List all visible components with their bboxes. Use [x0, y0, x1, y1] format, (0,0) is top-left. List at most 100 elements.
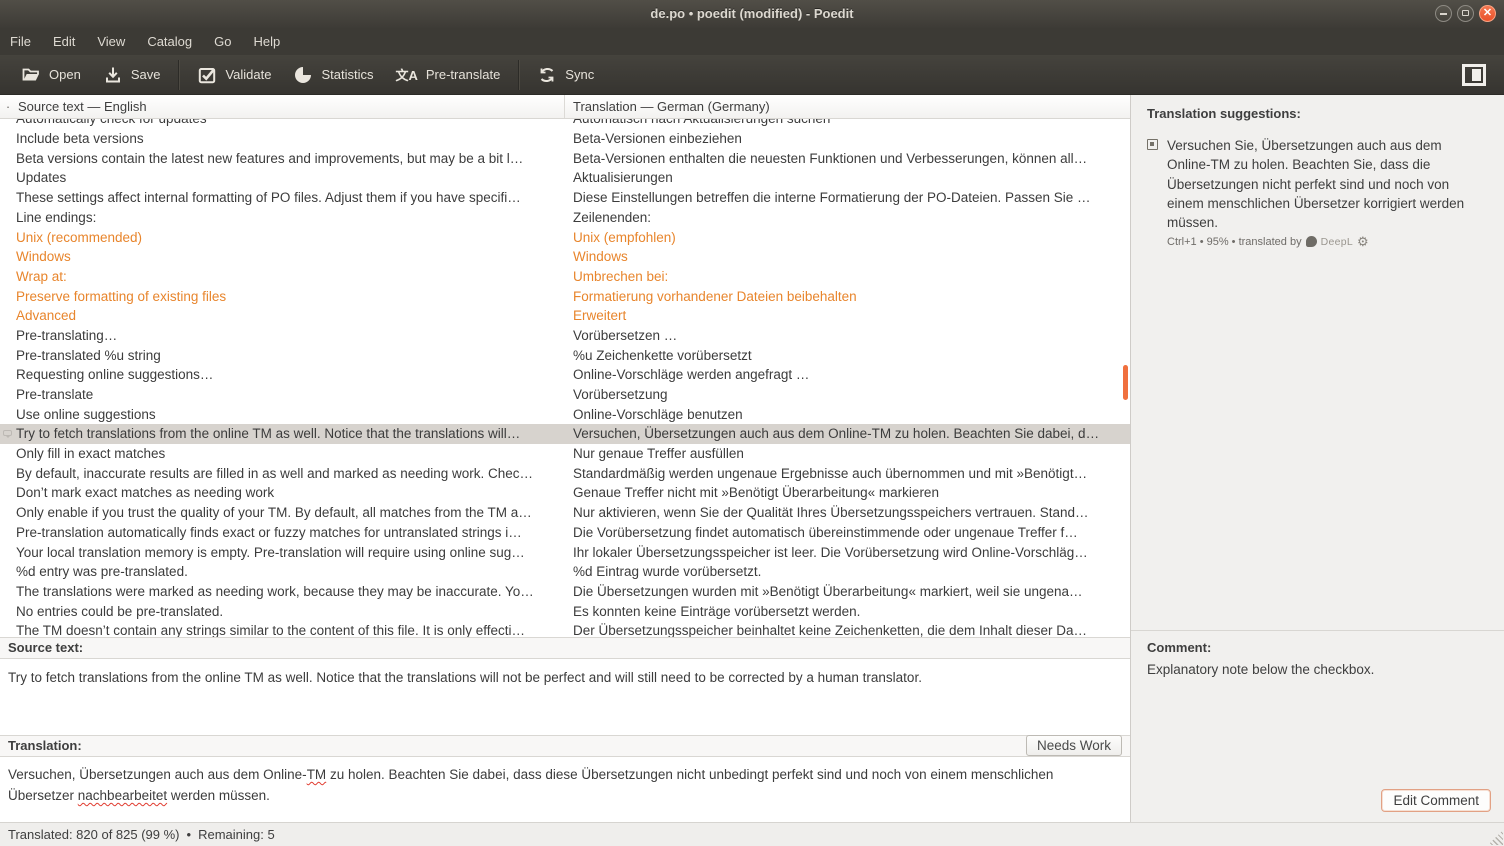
table-row[interactable]: These settings affect internal formattin… — [0, 188, 1130, 208]
row-marker — [0, 208, 16, 228]
rows-viewport: Automatically check for updatesAutomatis… — [0, 119, 1130, 637]
row-marker — [0, 602, 16, 622]
source-cell: Pre-translating… — [16, 326, 565, 346]
table-row[interactable]: UpdatesAktualisierungen — [0, 168, 1130, 188]
source-cell: Only fill in exact matches — [16, 444, 565, 464]
needs-work-button[interactable]: Needs Work — [1026, 735, 1122, 756]
translation-cell: Standardmäßig werden ungenaue Ergebnisse… — [565, 464, 1130, 484]
validate-button[interactable]: Validate — [186, 60, 282, 90]
row-marker — [0, 346, 16, 366]
translation-cell: Zeilenenden: — [565, 208, 1130, 228]
table-row[interactable]: Include beta versionsBeta-Versionen einb… — [0, 129, 1130, 149]
save-button[interactable]: Save — [92, 60, 172, 90]
menu-catalog[interactable]: Catalog — [136, 28, 203, 55]
row-marker — [0, 503, 16, 523]
source-cell: Windows — [16, 247, 565, 267]
table-row[interactable]: The translations were marked as needing … — [0, 582, 1130, 602]
table-row[interactable]: Your local translation memory is empty. … — [0, 543, 1130, 563]
source-cell: Automatically check for updates — [16, 119, 565, 129]
translation-text-segment: Versuchen, Übersetzungen auch aus dem On… — [8, 767, 307, 782]
statistics-icon — [293, 65, 313, 85]
toolbar: Open Save Validate Statistics 文A Pre-tra… — [0, 55, 1504, 95]
source-cell: The translations were marked as needing … — [16, 582, 565, 602]
maximize-button[interactable] — [1457, 5, 1474, 22]
toolbar-separator — [178, 60, 179, 90]
table-row[interactable]: Requesting online suggestions…Online-Vor… — [0, 365, 1130, 385]
source-column-header[interactable]: Source text — English — [16, 95, 565, 118]
translation-cell: Genaue Treffer nicht mit »Benötigt Übera… — [565, 483, 1130, 503]
row-marker — [0, 582, 16, 602]
source-cell: Preserve formatting of existing files — [16, 287, 565, 307]
validate-icon — [197, 65, 217, 85]
table-row[interactable]: AdvancedErweitert — [0, 306, 1130, 326]
deepl-provider-label: DeepL — [1321, 236, 1353, 248]
sidebar-toggle-button[interactable] — [1462, 64, 1486, 86]
resize-grip[interactable] — [1488, 830, 1503, 845]
sync-button[interactable]: Sync — [526, 60, 605, 90]
menu-file[interactable]: File — [6, 28, 42, 55]
translation-cell: Die Übersetzungen wurden mit »Benötigt Ü… — [565, 582, 1130, 602]
table-row[interactable]: Automatically check for updatesAutomatis… — [0, 119, 1130, 129]
table-row[interactable]: Don’t mark exact matches as needing work… — [0, 483, 1130, 503]
menu-help[interactable]: Help — [242, 28, 291, 55]
menu-view[interactable]: View — [86, 28, 136, 55]
source-cell: Don’t mark exact matches as needing work — [16, 483, 565, 503]
table-row[interactable]: The TM doesn’t contain any strings simil… — [0, 621, 1130, 637]
pretranslate-button[interactable]: 文A Pre-translate — [384, 60, 511, 89]
open-button[interactable]: Open — [10, 60, 92, 90]
table-row[interactable]: Only enable if you trust the quality of … — [0, 503, 1130, 523]
menu-go[interactable]: Go — [203, 28, 242, 55]
table-row[interactable]: Beta versions contain the latest new fea… — [0, 149, 1130, 169]
close-button[interactable]: ✕ — [1479, 5, 1496, 22]
table-row[interactable]: Pre-translated %u string%u Zeichenkette … — [0, 346, 1130, 366]
table-row[interactable]: Pre-translation automatically finds exac… — [0, 523, 1130, 543]
window-title: de.po • poedit (modified) - Poedit — [0, 0, 1504, 28]
suggestion-item[interactable]: Versuchen Sie, Übersetzungen auch aus de… — [1147, 136, 1490, 248]
pretranslate-icon: 文A — [395, 65, 417, 84]
translation-label: Translation: — [8, 736, 82, 756]
source-text-label-bar: Source text: — [0, 637, 1130, 659]
table-row[interactable]: Pre-translating…Vorübersetzen … — [0, 326, 1130, 346]
gear-icon[interactable]: ⚙ — [1357, 235, 1369, 248]
row-marker — [0, 168, 16, 188]
source-cell: Only enable if you trust the quality of … — [16, 503, 565, 523]
status-bullet: • — [187, 827, 192, 842]
table-row[interactable]: Try to fetch translations from the onlin… — [0, 424, 1130, 444]
statistics-button[interactable]: Statistics — [282, 60, 384, 90]
list-header: · Source text — English Translation — Ge… — [0, 95, 1130, 119]
table-row[interactable]: Only fill in exact matchesNur genaue Tre… — [0, 444, 1130, 464]
row-marker — [0, 188, 16, 208]
table-row[interactable]: WindowsWindows — [0, 247, 1130, 267]
translation-cell: Die Vorübersetzung findet automatisch üb… — [565, 523, 1130, 543]
table-row[interactable]: %d entry was pre-translated.%d Eintrag w… — [0, 562, 1130, 582]
menu-edit[interactable]: Edit — [42, 28, 86, 55]
translation-cell: Erweitert — [565, 306, 1130, 326]
sidebar: Translation suggestions: Versuchen Sie, … — [1131, 95, 1504, 822]
table-row[interactable]: Pre-translateVorübersetzung — [0, 385, 1130, 405]
suggestions-title: Translation suggestions: — [1147, 106, 1490, 121]
translation-list: · Source text — English Translation — Ge… — [0, 95, 1130, 637]
row-marker — [0, 543, 16, 563]
sidebar-toggle-icon — [1472, 69, 1481, 81]
table-row[interactable]: Preserve formatting of existing filesFor… — [0, 287, 1130, 307]
translation-cell: Versuchen, Übersetzungen auch aus dem On… — [565, 424, 1130, 444]
row-marker — [0, 365, 16, 385]
source-text-view: Try to fetch translations from the onlin… — [0, 659, 1130, 735]
edit-comment-button[interactable]: Edit Comment — [1381, 789, 1491, 812]
minimize-button[interactable] — [1435, 5, 1452, 22]
comment-panel: Comment: Explanatory note below the chec… — [1131, 631, 1504, 822]
table-row[interactable]: Unix (recommended)Unix (empfohlen) — [0, 228, 1130, 248]
table-row[interactable]: Use online suggestionsOnline-Vorschläge … — [0, 405, 1130, 425]
poedit-window: de.po • poedit (modified) - Poedit ✕ Fil… — [0, 0, 1504, 846]
source-cell: Include beta versions — [16, 129, 565, 149]
table-row[interactable]: No entries could be pre-translated.Es ko… — [0, 602, 1130, 622]
translation-cell: %u Zeichenkette vorübersetzt — [565, 346, 1130, 366]
row-marker — [0, 228, 16, 248]
translation-editor[interactable]: Versuchen, Übersetzungen auch aus dem On… — [0, 757, 1130, 822]
marker-column-header[interactable]: · — [0, 99, 16, 114]
table-row[interactable]: Line endings:Zeilenenden: — [0, 208, 1130, 228]
vertical-scrollbar-thumb[interactable] — [1123, 365, 1128, 400]
table-row[interactable]: By default, inaccurate results are fille… — [0, 464, 1130, 484]
table-row[interactable]: Wrap at:Umbrechen bei: — [0, 267, 1130, 287]
translation-column-header[interactable]: Translation — German (Germany) — [565, 99, 1130, 114]
